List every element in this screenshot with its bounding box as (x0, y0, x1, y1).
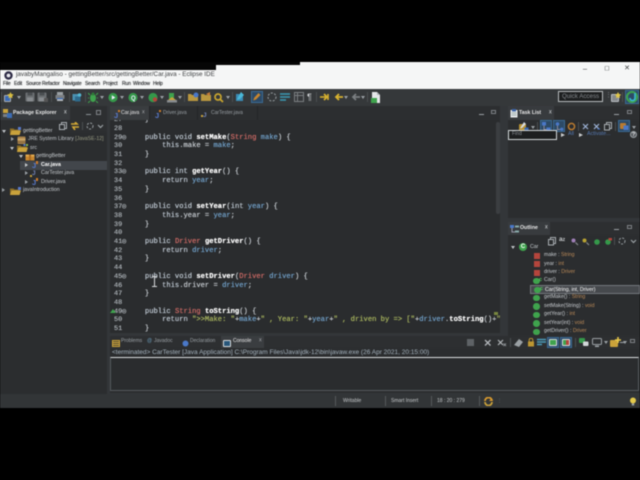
svg-text:Q: Q (131, 96, 136, 102)
